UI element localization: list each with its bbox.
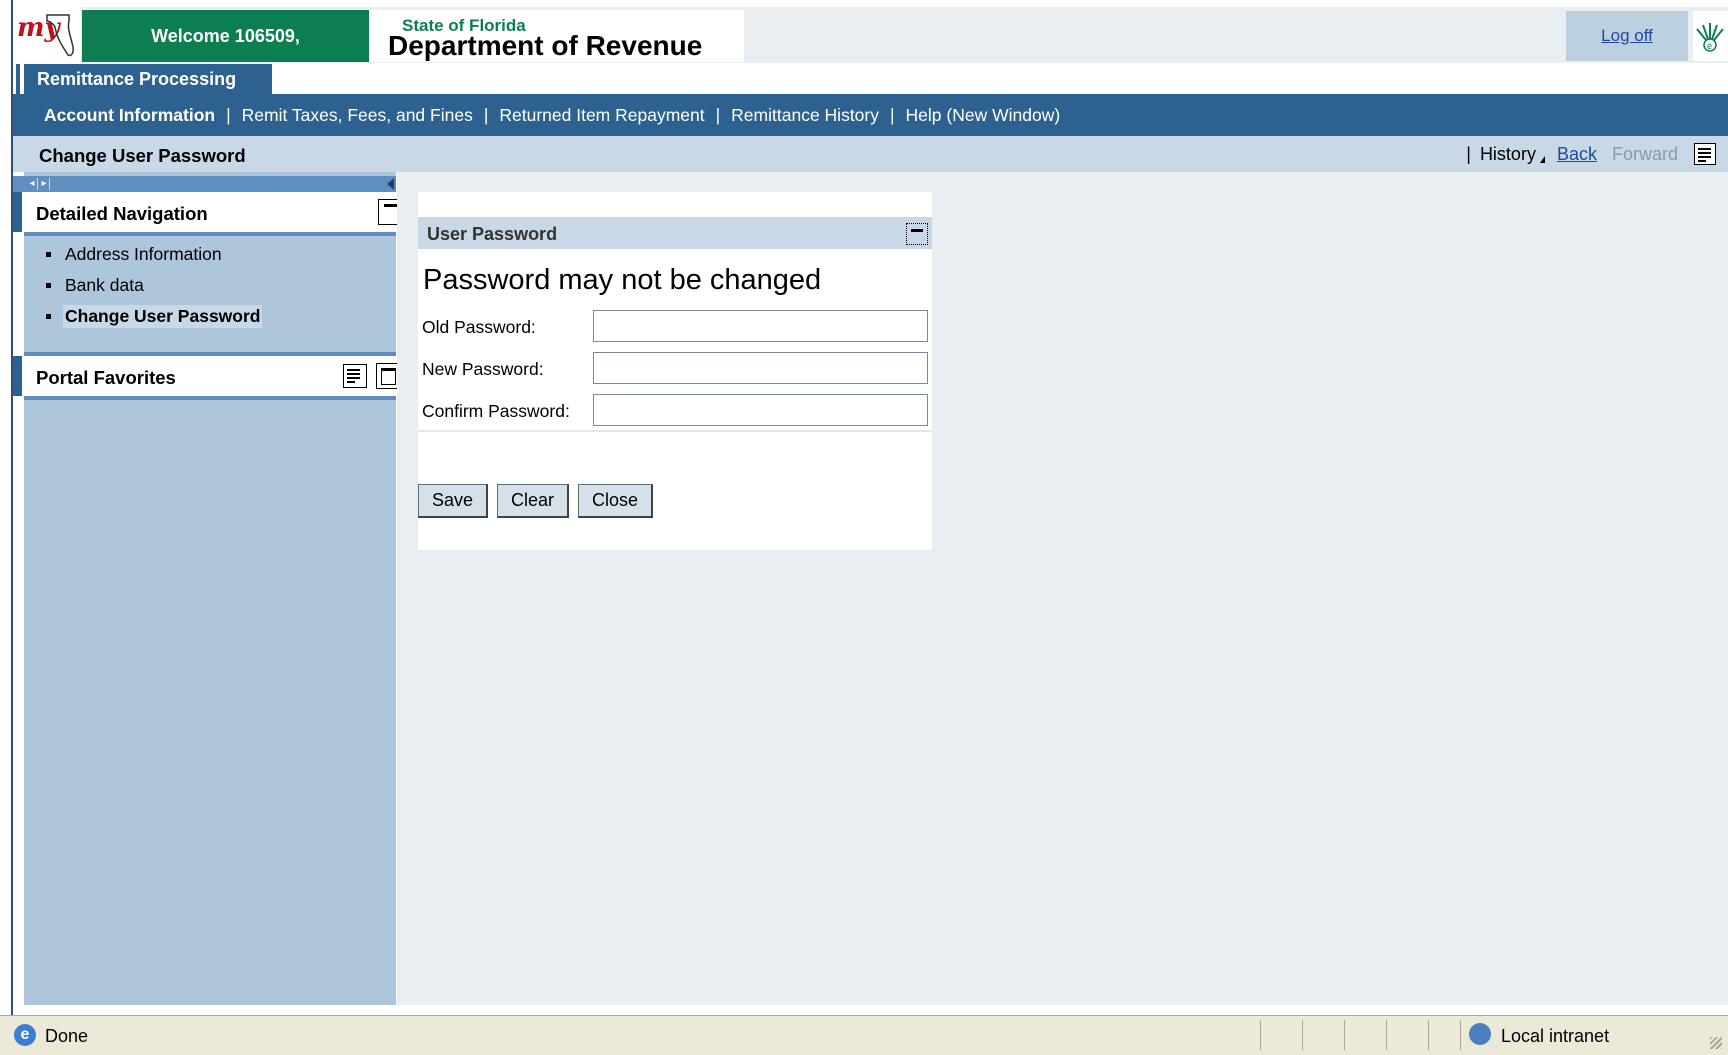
- svg-text:e: e: [1707, 41, 1712, 51]
- logoff-area: Log off: [1566, 11, 1688, 61]
- collapse-panel-icon[interactable]: [387, 178, 394, 190]
- tray-minimize-icon[interactable]: [906, 223, 928, 245]
- clear-button[interactable]: Clear: [497, 484, 570, 518]
- history-dropdown[interactable]: History: [1480, 144, 1536, 165]
- top-level-navigation: Account Information | Remit Taxes, Fees,…: [13, 94, 1728, 136]
- portal-page: my Welcome 106509, State of Florida Depa…: [0, 0, 1728, 1055]
- detailed-nav-label[interactable]: Change User Password: [63, 305, 263, 328]
- status-divider: [1428, 1020, 1429, 1050]
- detailed-nav-label[interactable]: Bank data: [63, 274, 146, 297]
- detailed-nav-label[interactable]: Address Information: [63, 243, 224, 266]
- portal-favorites-title: Portal Favorites: [36, 367, 176, 388]
- page-title: Change User Password: [39, 145, 246, 166]
- back-link[interactable]: Back: [1557, 144, 1597, 165]
- status-divider: [1260, 1020, 1261, 1050]
- new-password-label: New Password:: [422, 359, 544, 379]
- new-password-row: New Password:: [422, 351, 932, 385]
- confirm-password-label: Confirm Password:: [422, 401, 570, 421]
- history-controls: | History Back Forward: [1466, 143, 1716, 165]
- panel-splitter[interactable]: ◂ ▸: [13, 176, 396, 192]
- bullet-icon: [46, 314, 51, 319]
- security-zone: Local intranet: [1501, 1026, 1610, 1046]
- detailed-nav-item-bank[interactable]: Bank data: [24, 270, 396, 301]
- nav-item-remit-taxes[interactable]: Remit Taxes, Fees, and Fines: [242, 105, 473, 126]
- old-password-row: Old Password:: [422, 309, 932, 343]
- tray-underline: [24, 232, 396, 236]
- forward-link: Forward: [1611, 143, 1678, 164]
- resize-grip-icon[interactable]: [1710, 1037, 1722, 1049]
- portal-favorites-header: Portal Favorites: [13, 356, 401, 396]
- detailed-navigation-list: Address Information Bank data Change Use…: [24, 239, 396, 332]
- detailed-nav-item-change-password[interactable]: Change User Password: [24, 301, 396, 332]
- nav-item-account-information[interactable]: Account Information: [44, 105, 215, 126]
- favorites-menu-icon[interactable]: [343, 364, 367, 388]
- confirm-password-row: Confirm Password:: [422, 393, 932, 427]
- status-divider: [1386, 1020, 1387, 1050]
- save-button[interactable]: Save: [418, 484, 489, 518]
- old-password-input[interactable]: [593, 310, 928, 342]
- tray-header: User Password: [418, 217, 932, 249]
- form-divider: [418, 430, 932, 432]
- form-buttons: Save Clear Close: [418, 484, 654, 518]
- dor-dept-text: Department of Revenue: [388, 30, 703, 61]
- new-password-input[interactable]: [593, 352, 928, 384]
- browser-status-bar: e Done Local intranet: [0, 1015, 1728, 1055]
- status-divider: [1344, 1020, 1345, 1050]
- close-button[interactable]: Close: [578, 484, 654, 518]
- florida-outline-icon: [46, 14, 74, 57]
- scroll-right-icon[interactable]: ▸: [39, 178, 50, 190]
- globe-icon: [1469, 1023, 1491, 1045]
- nav-separator: |: [226, 104, 231, 125]
- nav-separator: |: [890, 104, 895, 125]
- bullet-icon: [46, 283, 51, 288]
- window-border: [0, 0, 13, 1055]
- status-divider: [1460, 1020, 1461, 1050]
- welcome-banner: Welcome 106509,: [82, 10, 369, 62]
- nav-separator: |: [715, 104, 721, 125]
- dor-logo: State of Florida Department of Revenue: [370, 10, 744, 62]
- user-password-tray: User Password Password may not be change…: [418, 192, 932, 550]
- nav-separator: |: [483, 104, 489, 125]
- header: my Welcome 106509, State of Florida Depa…: [13, 7, 1728, 63]
- page-title-bar: Change User Password | History Back Forw…: [13, 136, 1728, 172]
- eservices-logo: e: [1693, 11, 1728, 61]
- status-divider: [1302, 1020, 1303, 1050]
- tray-title: User Password: [427, 224, 558, 244]
- page-menu-icon[interactable]: [1694, 143, 1716, 165]
- scroll-left-icon[interactable]: ◂: [27, 178, 38, 190]
- history-dropdown-icon[interactable]: [1539, 155, 1545, 163]
- nav-item-help[interactable]: Help (New Window): [906, 105, 1061, 126]
- ie-page-icon: e: [14, 1024, 36, 1046]
- nav-item-returned-item-repayment[interactable]: Returned Item Repayment: [499, 105, 704, 126]
- confirm-password-input[interactable]: [593, 394, 928, 426]
- role-tab[interactable]: Remittance Processing: [24, 64, 272, 95]
- status-text: Done: [45, 1026, 89, 1046]
- status-message: Password may not be changed: [423, 264, 822, 296]
- history-separator: |: [1466, 143, 1471, 164]
- detailed-nav-item-address[interactable]: Address Information: [24, 239, 396, 270]
- detailed-navigation-title: Detailed Navigation: [36, 203, 208, 224]
- bullet-icon: [46, 252, 51, 257]
- old-password-label: Old Password:: [422, 317, 536, 337]
- tray-underline: [24, 396, 396, 400]
- detailed-navigation-header: Detailed Navigation: [13, 192, 403, 232]
- myflorida-logo: my: [13, 7, 81, 63]
- nav-item-remittance-history[interactable]: Remittance History: [731, 105, 879, 126]
- logoff-link[interactable]: Log off: [1601, 26, 1653, 46]
- eservices-sunburst-icon: e: [1693, 11, 1728, 61]
